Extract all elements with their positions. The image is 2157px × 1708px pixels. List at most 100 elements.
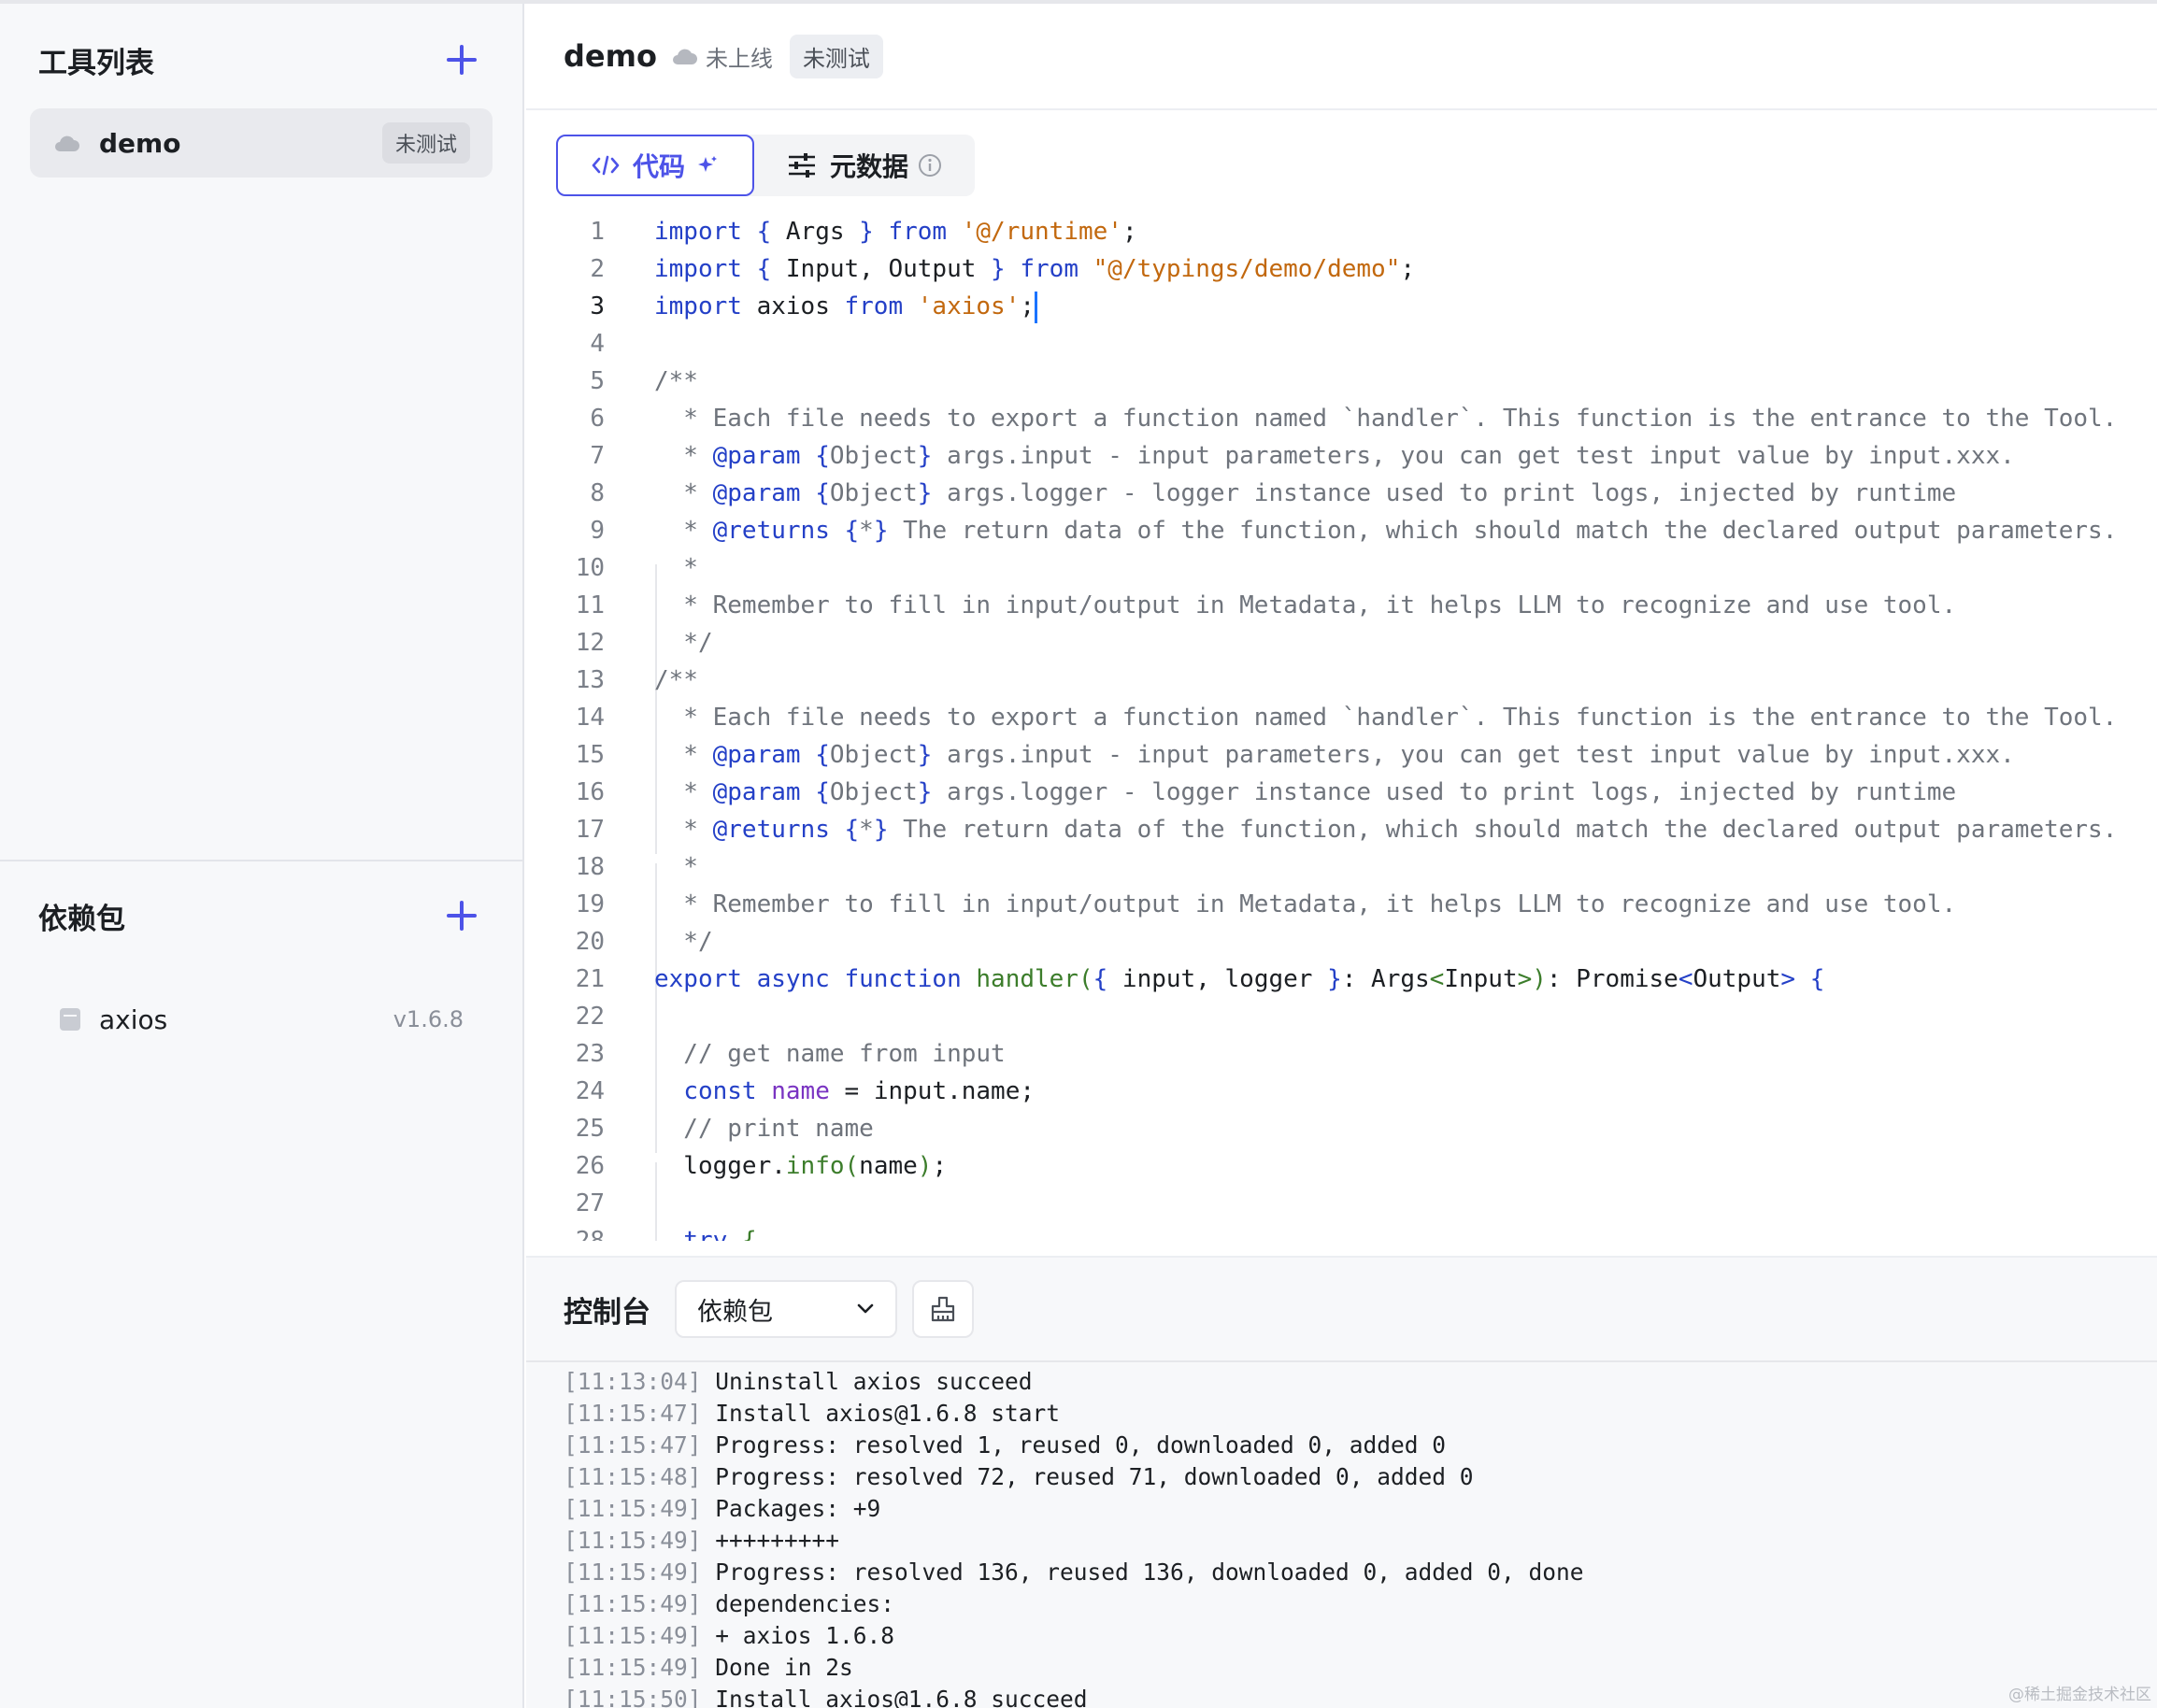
console-log-line: [11:15:49] +++++++++ — [564, 1525, 1584, 1557]
broom-icon — [931, 1296, 955, 1322]
code-line: 2 import { Input, Output } from "@/typing… — [590, 255, 1416, 283]
watermark: @稀土掘金技术社区 — [2008, 1686, 2151, 1704]
deps-title: 依赖包 — [38, 902, 125, 936]
sparkle-icon — [698, 156, 717, 172]
code-line: 23 // get name from input — [575, 1040, 1006, 1068]
code-line: 19 * Remember to fill in input/output in… — [575, 890, 1957, 918]
log-timestamp: [11:13:04] — [564, 1368, 702, 1395]
tab-metadata[interactable]: 元数据 — [754, 135, 975, 196]
code-line: 11 * Remember to fill in input/output in… — [575, 591, 1957, 619]
console-source-select[interactable]: 依赖包 — [675, 1280, 897, 1338]
log-message: dependencies: — [715, 1590, 895, 1617]
tab-code-label: 代码 — [632, 151, 685, 182]
cloud-icon — [55, 135, 79, 151]
clear-console-button[interactable] — [912, 1280, 974, 1338]
log-timestamp: [11:15:49] — [564, 1527, 702, 1554]
main-panel: demo 未上线 未测试 代码 元数据 1 import { Args } fro… — [526, 4, 2157, 1708]
tool-status-badge: 未测试 — [381, 122, 470, 164]
cloud-icon — [672, 49, 697, 64]
code-line: 10 * — [575, 554, 698, 582]
sidebar: 工具列表 demo 未测试 依赖包 axios v1.6.8 — [0, 4, 524, 1708]
code-editor[interactable]: 1 import { Args } from '@/runtime'; 2 impo… — [526, 213, 2157, 1241]
log-timestamp: [11:15:49] — [564, 1590, 702, 1617]
log-timestamp: [11:15:49] — [564, 1654, 702, 1681]
log-message: Progress: resolved 1, reused 0, download… — [715, 1431, 1447, 1459]
tab-metadata-label: 元数据 — [829, 151, 908, 182]
code-line: 26 logger.info(name); — [575, 1152, 948, 1180]
console-log-line: [11:15:49] + axios 1.6.8 — [564, 1620, 1584, 1652]
tool-item-demo[interactable]: demo 未测试 — [30, 108, 493, 178]
chevron-down-icon — [857, 1303, 874, 1314]
code-line: 15 * @param {Object} args.input - input … — [575, 741, 2015, 769]
tool-title: demo — [564, 38, 657, 74]
code-line: 3 import axios from 'axios'; — [526, 288, 2157, 325]
sliders-icon — [788, 153, 815, 178]
code-lines: 1 import { Args } from '@/runtime'; 2 impo… — [526, 213, 2157, 1241]
code-line: 28 try { — [575, 1227, 757, 1241]
code-line: 4 — [590, 330, 605, 358]
console-log-line: [11:15:47] Progress: resolved 1, reused … — [564, 1430, 1584, 1461]
console-panel: 控制台 依赖包 [11:13:04] Uninstall axios succe… — [526, 1256, 2157, 1708]
code-line: 21 export async function handler({ input,… — [575, 965, 1825, 993]
log-timestamp: [11:15:50] — [564, 1686, 702, 1708]
dependency-item-axios[interactable]: axios v1.6.8 — [60, 1000, 464, 1039]
console-log-line: [11:15:49] Packages: +9 — [564, 1493, 1584, 1525]
code-icon — [592, 155, 620, 176]
log-message: Uninstall axios succeed — [715, 1368, 1033, 1395]
log-message: Progress: resolved 72, reused 71, downlo… — [715, 1463, 1474, 1490]
add-tool-button[interactable] — [443, 41, 480, 78]
deps-header: 依赖包 — [38, 888, 480, 944]
tools-header: 工具列表 — [38, 32, 480, 88]
console-log-line: [11:15:49] dependencies: — [564, 1588, 1584, 1620]
code-line: 25 // print name — [575, 1115, 874, 1143]
dependency-name: axios — [99, 1003, 168, 1035]
log-timestamp: [11:15:49] — [564, 1622, 702, 1649]
console-log-line: [11:15:49] Progress: resolved 136, reuse… — [564, 1557, 1584, 1588]
console-log-list: [11:13:04] Uninstall axios succeed [11:15… — [564, 1366, 1584, 1708]
code-line: 1 import { Args } from '@/runtime'; — [590, 218, 1137, 246]
code-line: 22 — [575, 1003, 605, 1031]
code-line: 24 const name = input.name; — [575, 1077, 1036, 1105]
code-line: 13/** — [575, 666, 698, 694]
code-line: 27 — [575, 1189, 605, 1217]
console-log-line: [11:15:48] Progress: resolved 72, reused… — [564, 1461, 1584, 1493]
package-icon — [60, 1008, 80, 1031]
code-line: 7 * @param {Object} args.input - input p… — [590, 442, 2015, 470]
add-dependency-button[interactable] — [443, 897, 480, 934]
console-header: 控制台 依赖包 — [526, 1258, 2157, 1362]
code-line: 17 * @returns {*} The return data of the… — [575, 816, 2118, 844]
topbar: demo 未上线 未测试 — [526, 4, 2157, 110]
code-line: 20 */ — [575, 928, 713, 956]
code-line: 16 * @param {Object} args.logger - logge… — [575, 778, 1957, 806]
log-timestamp: [11:15:47] — [564, 1400, 702, 1427]
tools-title: 工具列表 — [38, 46, 154, 80]
log-message: Install axios@1.6.8 succeed — [715, 1686, 1088, 1708]
log-timestamp: [11:15:49] — [564, 1495, 702, 1522]
log-timestamp: [11:15:49] — [564, 1559, 702, 1586]
text-cursor — [1035, 291, 1038, 323]
editor-tabs: 代码 元数据 — [556, 135, 975, 196]
code-line: 6 * Each file needs to export a function… — [590, 405, 2118, 433]
dependency-version: v1.6.8 — [393, 1006, 464, 1032]
info-icon[interactable] — [918, 153, 942, 178]
log-message: +++++++++ — [715, 1527, 840, 1554]
console-title: 控制台 — [564, 1295, 650, 1330]
console-log-line: [11:13:04] Uninstall axios succeed — [564, 1366, 1584, 1398]
code-line: 14 * Each file needs to export a functio… — [575, 704, 2118, 732]
log-message: Done in 2s — [715, 1654, 853, 1681]
log-message: Progress: resolved 136, reused 136, down… — [715, 1559, 1584, 1586]
publish-status: 未上线 — [705, 45, 773, 72]
test-status-badge: 未测试 — [789, 34, 883, 78]
select-value: 依赖包 — [697, 1297, 773, 1327]
code-line: 18 * — [575, 853, 698, 881]
log-message: Packages: +9 — [715, 1495, 881, 1522]
log-message: Install axios@1.6.8 start — [715, 1400, 1061, 1427]
code-line: 8 * @param {Object} args.logger - logger… — [590, 479, 1957, 507]
console-log-line: [11:15:49] Done in 2s — [564, 1652, 1584, 1684]
log-message: + axios 1.6.8 — [715, 1622, 895, 1649]
log-timestamp: [11:15:47] — [564, 1431, 702, 1459]
code-line: 5/** — [590, 367, 698, 395]
code-line: 12 */ — [575, 629, 713, 657]
tab-code[interactable]: 代码 — [556, 135, 754, 196]
console-log-line: [11:15:47] Install axios@1.6.8 start — [564, 1398, 1584, 1430]
